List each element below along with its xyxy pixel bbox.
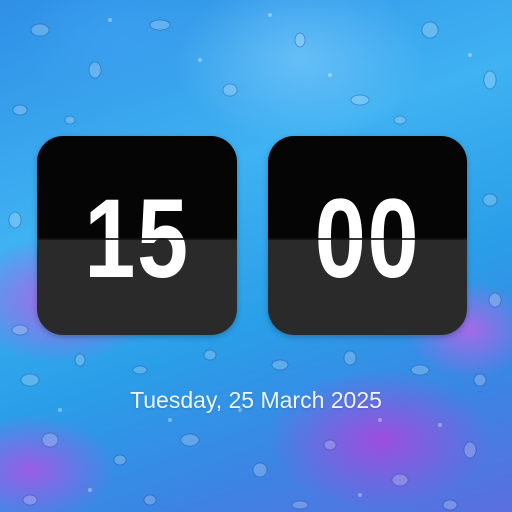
hours-card: 15 [37, 136, 237, 335]
hours-digits: 15 [84, 176, 190, 301]
date-label: Tuesday, 25 March 2025 [130, 387, 382, 413]
hours-split-line [37, 238, 237, 240]
minutes-digits: 00 [314, 176, 421, 301]
minutes-card: 00 [268, 136, 467, 335]
minutes-split-line [268, 238, 467, 240]
flip-clock: 15 00 [37, 136, 468, 335]
